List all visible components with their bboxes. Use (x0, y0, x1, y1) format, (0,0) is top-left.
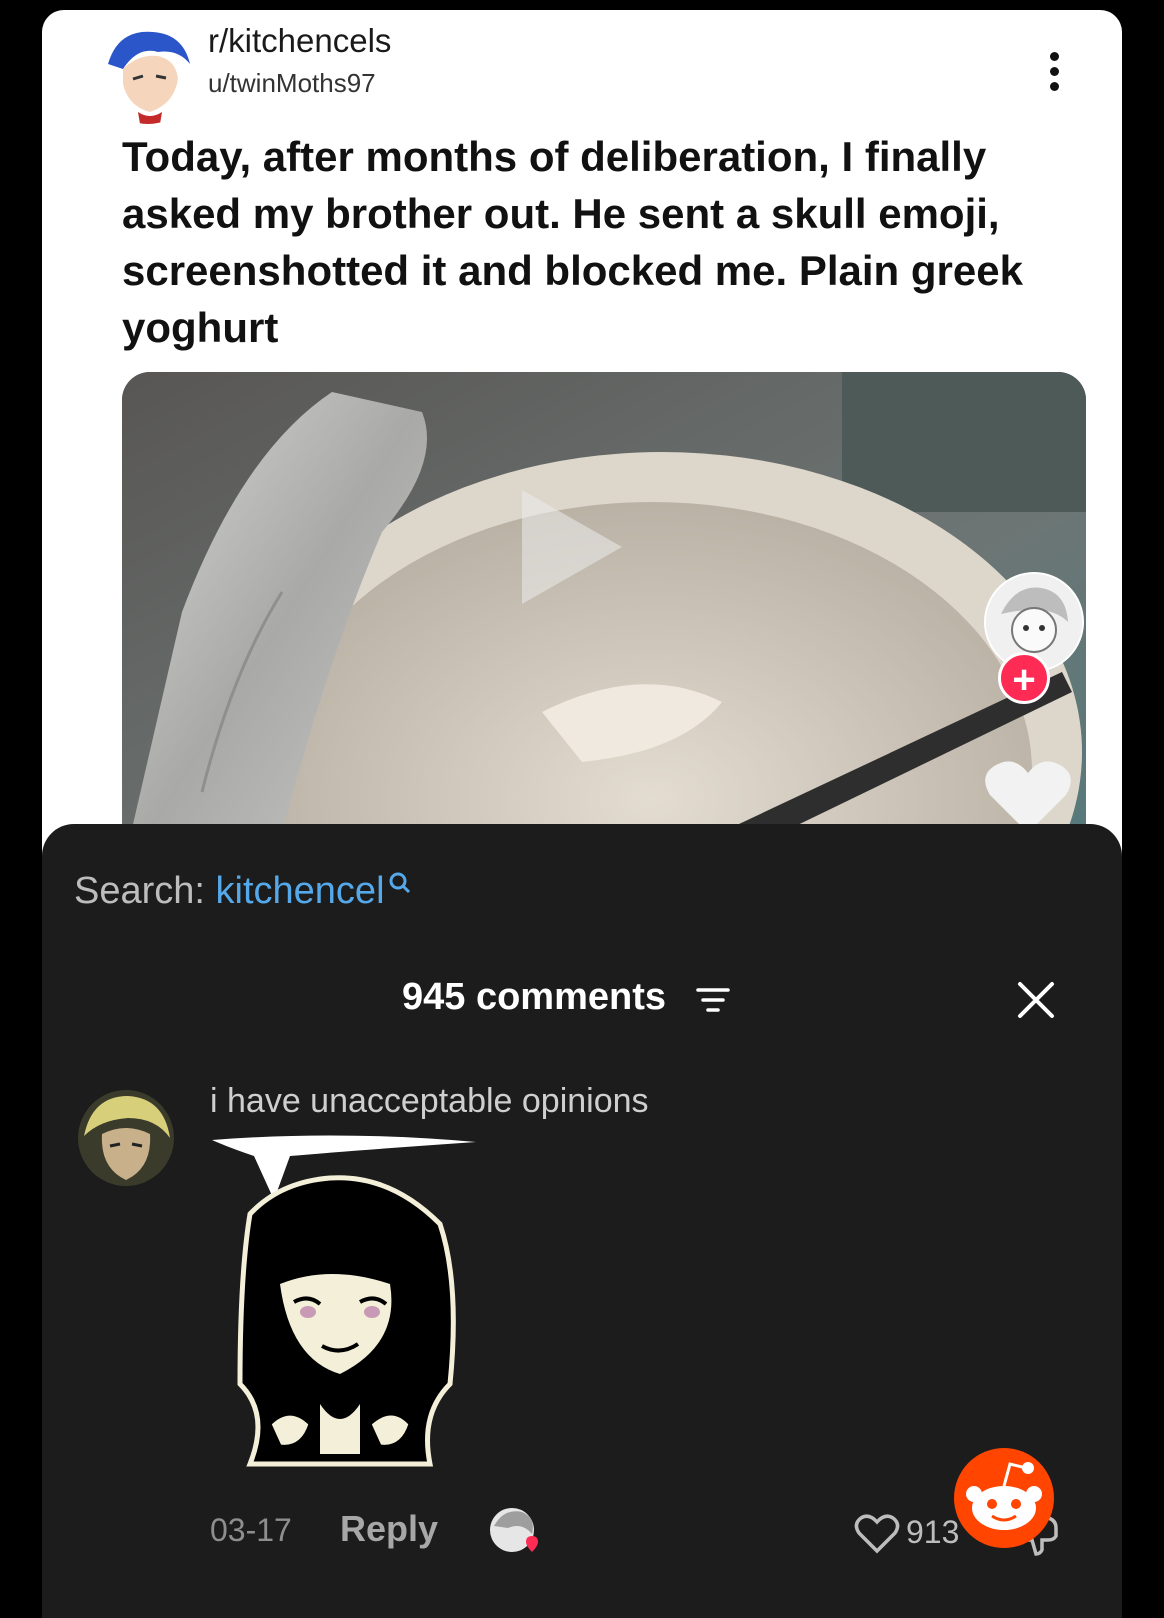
search-term[interactable]: kitchencel (216, 870, 385, 912)
post-title: Today, after months of deliberation, I f… (122, 133, 1023, 351)
search-suggestion[interactable]: Search: kitchencel (74, 870, 413, 913)
screenshot-frame: r/kitchencels u/twinMoths97 Today, after… (42, 10, 1122, 1618)
reply-button[interactable]: Reply (340, 1508, 438, 1550)
heart-icon[interactable] (854, 1514, 900, 1554)
play-icon[interactable] (512, 482, 632, 612)
comment-sticker-image (212, 1135, 476, 1467)
commenter-avatar[interactable] (78, 1090, 174, 1186)
comment-text: i have unacceptable opinions (210, 1082, 649, 1120)
reddit-post-card: r/kitchencels u/twinMoths97 Today, after… (42, 10, 1122, 890)
filter-icon[interactable] (696, 986, 730, 1014)
yoghurt-photo (122, 372, 1086, 872)
comments-panel: Search: kitchencel 945 comments i have u… (42, 824, 1122, 1618)
reddit-logo (954, 1448, 1054, 1548)
more-vertical-icon[interactable] (1044, 52, 1064, 98)
subreddit-avatar[interactable] (98, 24, 198, 124)
post-author[interactable]: u/twinMoths97 (208, 68, 376, 99)
comments-count: 945 comments (402, 976, 667, 1018)
video-thumbnail[interactable]: + (122, 372, 1086, 872)
close-icon[interactable] (1016, 980, 1056, 1020)
search-label: Search: (74, 870, 205, 912)
creator-liked-avatar (490, 1508, 538, 1552)
subreddit-name[interactable]: r/kitchencels (208, 22, 391, 60)
follow-button[interactable]: + (998, 652, 1050, 704)
search-icon[interactable] (387, 870, 413, 896)
comment-date: 03-17 (210, 1512, 292, 1548)
